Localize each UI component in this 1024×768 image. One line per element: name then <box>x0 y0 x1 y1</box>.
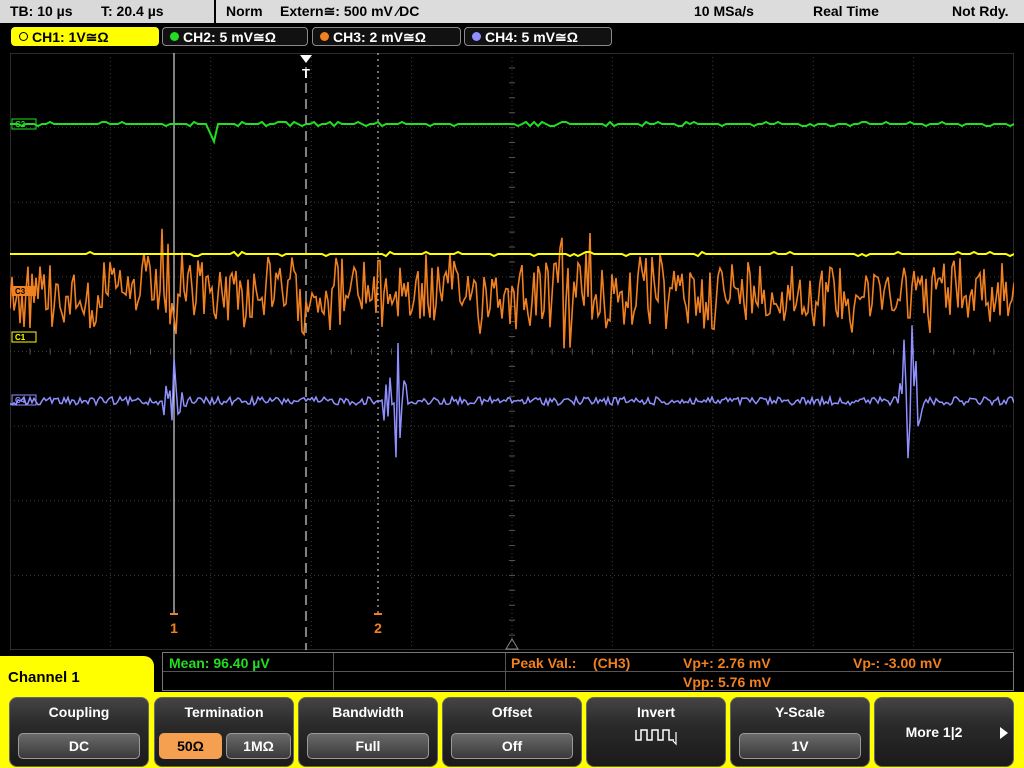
ch1-marker-label: C1 <box>15 333 26 342</box>
coupling-title: Coupling <box>48 704 110 720</box>
vp-minus-value: Vp-: -3.00 mV <box>853 655 942 671</box>
offset-softkey[interactable]: Offset Off <box>442 697 582 767</box>
tab-ch2[interactable]: CH2: 5 mV≅Ω <box>162 27 308 46</box>
peak-source: (CH3) <box>593 655 631 671</box>
bandwidth-softkey[interactable]: Bandwidth Full <box>298 697 438 767</box>
yscale-title: Y-Scale <box>775 704 825 720</box>
ch2-indicator-icon <box>170 32 179 41</box>
mean-measurement: Mean: 96.40 µV <box>169 655 270 671</box>
measurement-panel[interactable]: Mean: 96.40 µV Peak Val.: (CH3) Vp+: 2.7… <box>162 652 1014 691</box>
more-softkey[interactable]: More 1|2 <box>874 697 1014 767</box>
meas-divider <box>163 671 1013 672</box>
coupling-softkey[interactable]: Coupling DC <box>9 697 149 767</box>
termination-title: Termination <box>184 704 264 720</box>
acquisition-status[interactable]: Norm Extern≅: 500 mV ⁄DC 10 MSa/s Real T… <box>216 0 1024 23</box>
termination-50ohm-option[interactable]: 50Ω <box>159 733 222 759</box>
next-page-arrow-icon <box>1000 727 1008 739</box>
bandwidth-title: Bandwidth <box>332 704 404 720</box>
acquisition-mode: Real Time <box>813 3 879 19</box>
ch1-indicator-icon <box>19 32 28 41</box>
tab-ch1-label: CH1: 1V≅Ω <box>32 29 109 45</box>
ch2-marker-label: C2 <box>15 120 26 129</box>
cursor-2-label[interactable]: 2 <box>374 620 382 636</box>
menu-title-label: Channel 1 <box>8 669 80 686</box>
tab-ch3[interactable]: CH3: 2 mV≅Ω <box>312 27 461 46</box>
ch3-indicator-icon <box>320 32 329 41</box>
tab-ch4-label: CH4: 5 mV≅Ω <box>485 29 578 45</box>
vpp-value: Vpp: 5.76 mV <box>683 674 771 690</box>
trigger-mode: Norm <box>226 3 263 19</box>
yscale-value[interactable]: 1V <box>739 733 861 759</box>
trigger-state: Not Rdy. <box>952 3 1009 19</box>
ch3-marker-label: C3 <box>15 287 26 296</box>
tab-ch1[interactable]: CH1: 1V≅Ω <box>11 27 159 46</box>
ch3-offset-marker[interactable]: C3 <box>12 286 36 296</box>
more-label: More 1|2 <box>905 724 963 740</box>
tab-ch2-label: CH2: 5 mV≅Ω <box>183 29 276 45</box>
trigger-source: Extern≅: 500 mV ⁄DC <box>280 3 420 19</box>
ch4-indicator-icon <box>472 32 481 41</box>
yscale-softkey[interactable]: Y-Scale 1V <box>730 697 870 767</box>
offset-value[interactable]: Off <box>451 733 573 759</box>
tab-ch4[interactable]: CH4: 5 mV≅Ω <box>464 27 612 46</box>
invert-title: Invert <box>636 704 676 720</box>
trigger-position-label: T: 20.4 µs <box>101 3 164 19</box>
ch4-marker-label: C4 <box>15 396 26 405</box>
cursor-1-label[interactable]: 1 <box>170 620 178 636</box>
offset-title: Offset <box>491 704 533 720</box>
bandwidth-value[interactable]: Full <box>307 733 429 759</box>
invert-softkey[interactable]: Invert <box>586 697 726 767</box>
peak-label: Peak Val.: <box>511 655 577 671</box>
waveform-display[interactable]: T 1 2 C2 C3 C1 C4 <box>10 53 1014 650</box>
termination-1mohm-option[interactable]: 1MΩ <box>226 733 291 759</box>
vp-plus-value: Vp+: 2.76 mV <box>683 655 771 671</box>
termination-softkey[interactable]: Termination 50Ω 1MΩ <box>154 697 294 767</box>
invert-waveform-icon <box>635 729 677 746</box>
tab-ch3-label: CH3: 2 mV≅Ω <box>333 29 426 45</box>
trigger-marker-label: T <box>302 66 310 81</box>
timebase-box[interactable]: TB: 10 µs T: 20.4 µs <box>0 0 214 23</box>
sample-rate: 10 MSa/s <box>694 3 754 19</box>
timebase-label: TB: 10 µs <box>10 3 73 19</box>
coupling-value[interactable]: DC <box>18 733 140 759</box>
